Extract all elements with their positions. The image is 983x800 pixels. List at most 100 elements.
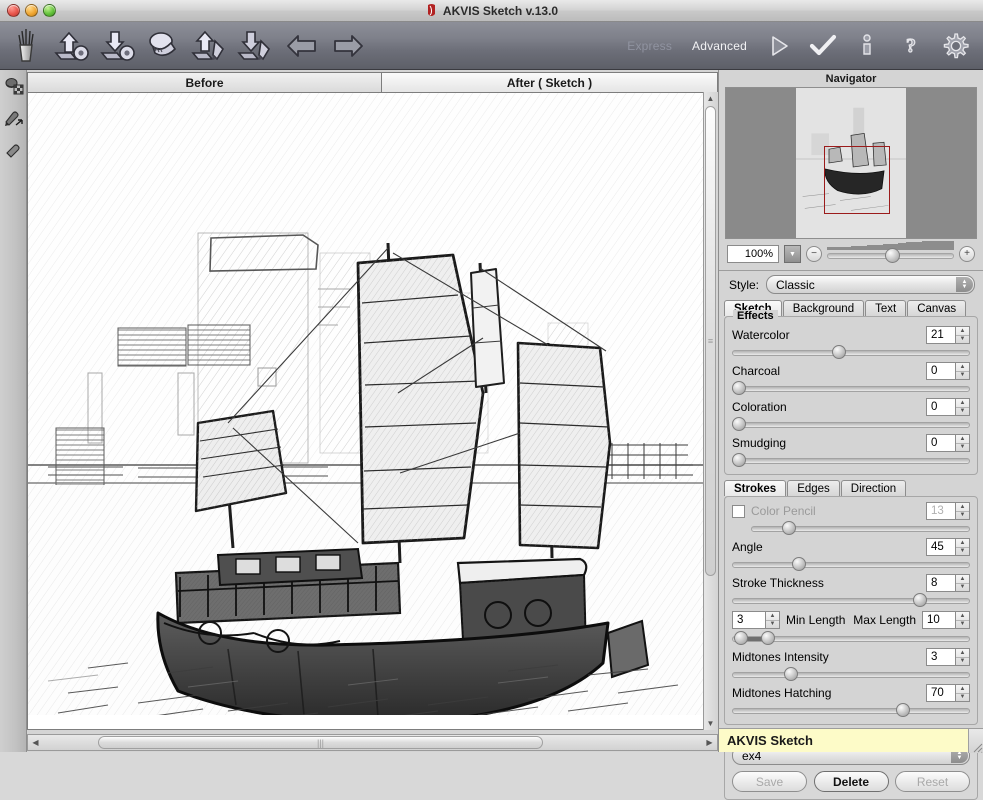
angle-spin-buttons[interactable]: ▲ ▼ [955, 538, 970, 556]
stroke-thickness-slider[interactable] [732, 593, 970, 607]
smudging-slider-track[interactable] [732, 458, 970, 464]
max-length-stepper[interactable]: 10 ▲ ▼ [922, 611, 970, 629]
mode-express-button[interactable]: Express [619, 39, 680, 53]
tab-strokes[interactable]: Strokes [724, 480, 787, 496]
midtones-hatching-spin-buttons[interactable]: ▲ ▼ [955, 684, 970, 702]
charcoal-value[interactable]: 0 [926, 362, 955, 380]
stroke-thickness-value[interactable]: 8 [926, 574, 955, 592]
zoom-out-button[interactable]: − [806, 246, 822, 262]
history-brush-icon[interactable] [0, 102, 27, 134]
color-pencil-slider[interactable] [751, 521, 970, 535]
stroke-length-range-slider[interactable] [732, 631, 970, 645]
charcoal-stepper[interactable]: 0 ▲ ▼ [926, 362, 970, 380]
max-length-slider-thumb[interactable] [760, 631, 775, 645]
midtones-intensity-value[interactable]: 3 [926, 648, 955, 666]
angle-value[interactable]: 45 [926, 538, 955, 556]
spin-up-icon[interactable]: ▲ [956, 327, 969, 336]
scroll-up-icon[interactable]: ▲ [704, 92, 717, 105]
max-length-spin-buttons[interactable]: ▲ ▼ [955, 611, 970, 629]
charcoal-slider-thumb[interactable] [732, 381, 746, 395]
smudging-spin-buttons[interactable]: ▲ ▼ [955, 434, 970, 452]
charcoal-slider-track[interactable] [732, 386, 970, 392]
canvas-horizontal-scrollbar[interactable]: ◀ ||| ▶ [27, 734, 718, 751]
midtones-intensity-slider-track[interactable] [732, 672, 970, 678]
midtones-intensity-slider-thumb[interactable] [784, 667, 799, 681]
max-length-value[interactable]: 10 [922, 611, 955, 629]
zoom-value-input[interactable]: 100% [727, 245, 779, 263]
smudging-stepper[interactable]: 0 ▲ ▼ [926, 434, 970, 452]
smudging-value[interactable]: 0 [926, 434, 955, 452]
charcoal-spin-buttons[interactable]: ▲ ▼ [955, 362, 970, 380]
stroke-thickness-stepper[interactable]: 8 ▲ ▼ [926, 574, 970, 592]
tab-direction[interactable]: Direction [840, 480, 907, 496]
load-preset-icon[interactable] [188, 24, 232, 68]
style-select-stepper-icon[interactable]: ▲ ▼ [956, 277, 973, 292]
delete-preset-button[interactable]: Delete [813, 771, 889, 792]
midtones-intensity-slider[interactable] [732, 667, 970, 681]
color-pencil-slider-thumb[interactable] [781, 521, 796, 535]
style-select[interactable]: Classic ▲ ▼ [766, 275, 975, 294]
navigator-selection-rect[interactable] [824, 146, 890, 214]
spin-up-icon[interactable]: ▲ [956, 539, 969, 548]
midtones-intensity-stepper[interactable]: 3 ▲ ▼ [926, 648, 970, 666]
sketch-canvas[interactable] [27, 92, 718, 730]
open-image-icon[interactable] [50, 24, 94, 68]
min-length-stepper[interactable]: 3 ▲ ▼ [732, 611, 780, 629]
apply-check-icon[interactable] [803, 24, 843, 68]
coloration-slider-thumb[interactable] [732, 417, 746, 431]
spin-up-icon[interactable]: ▲ [766, 612, 779, 621]
spin-down-icon[interactable]: ▼ [956, 584, 969, 592]
color-pencil-value[interactable]: 13 [926, 502, 955, 520]
zoom-in-button[interactable]: + [959, 246, 975, 262]
spin-up-icon[interactable]: ▲ [956, 649, 969, 658]
midtones-hatching-slider-track[interactable] [732, 708, 970, 714]
window-resize-grip[interactable] [968, 728, 983, 753]
spin-up-icon[interactable]: ▲ [956, 612, 969, 621]
spin-down-icon[interactable]: ▼ [956, 408, 969, 416]
spin-up-icon[interactable]: ▲ [956, 503, 969, 512]
spin-down-icon[interactable]: ▼ [956, 336, 969, 344]
tab-canvas[interactable]: Canvas [907, 300, 967, 316]
vertical-scroll-thumb[interactable]: ≡ [705, 106, 716, 576]
scroll-down-icon[interactable]: ▼ [704, 717, 717, 730]
angle-stepper[interactable]: 45 ▲ ▼ [926, 538, 970, 556]
watercolor-slider-thumb[interactable] [831, 345, 846, 359]
coloration-stepper[interactable]: 0 ▲ ▼ [926, 398, 970, 416]
spin-down-icon[interactable]: ▼ [956, 548, 969, 556]
zoom-slider[interactable] [827, 241, 954, 263]
min-length-spin-buttons[interactable]: ▲ ▼ [765, 611, 780, 629]
canvas-vertical-scrollbar[interactable]: ▲ ≡ ▼ [703, 92, 718, 730]
scroll-left-icon[interactable]: ◀ [29, 736, 42, 749]
tab-after-sketch[interactable]: After ( Sketch ) [382, 72, 718, 93]
watercolor-slider[interactable] [732, 345, 970, 359]
midtones-intensity-spin-buttons[interactable]: ▲ ▼ [955, 648, 970, 666]
tab-edges[interactable]: Edges [787, 480, 840, 496]
watercolor-spin-buttons[interactable]: ▲ ▼ [955, 326, 970, 344]
spin-down-icon[interactable]: ▼ [956, 621, 969, 629]
coloration-slider-track[interactable] [732, 422, 970, 428]
spin-down-icon[interactable]: ▼ [766, 621, 779, 629]
spin-up-icon[interactable]: ▲ [956, 363, 969, 372]
spin-up-icon[interactable]: ▲ [956, 575, 969, 584]
coloration-spin-buttons[interactable]: ▲ ▼ [955, 398, 970, 416]
midtones-hatching-value[interactable]: 70 [926, 684, 955, 702]
spin-up-icon[interactable]: ▲ [956, 399, 969, 408]
color-pencil-stepper[interactable]: 13 ▲ ▼ [926, 502, 970, 520]
tab-text[interactable]: Text [865, 300, 907, 316]
scroll-right-icon[interactable]: ▶ [703, 736, 716, 749]
help-icon[interactable]: ? [891, 24, 931, 68]
tools-cup-icon[interactable] [4, 24, 48, 68]
angle-slider[interactable] [732, 557, 970, 571]
angle-slider-track[interactable] [732, 562, 970, 568]
color-pencil-spin-buttons[interactable]: ▲ ▼ [955, 502, 970, 520]
midtones-hatching-slider[interactable] [732, 703, 970, 717]
midtones-hatching-slider-thumb[interactable] [896, 703, 911, 717]
tab-before[interactable]: Before [27, 72, 382, 93]
watercolor-stepper[interactable]: 21 ▲ ▼ [926, 326, 970, 344]
coloration-slider[interactable] [732, 417, 970, 431]
redo-icon[interactable] [326, 24, 370, 68]
stroke-thickness-slider-thumb[interactable] [912, 593, 927, 607]
min-length-value[interactable]: 3 [732, 611, 765, 629]
coloration-value[interactable]: 0 [926, 398, 955, 416]
midtones-hatching-stepper[interactable]: 70 ▲ ▼ [926, 684, 970, 702]
